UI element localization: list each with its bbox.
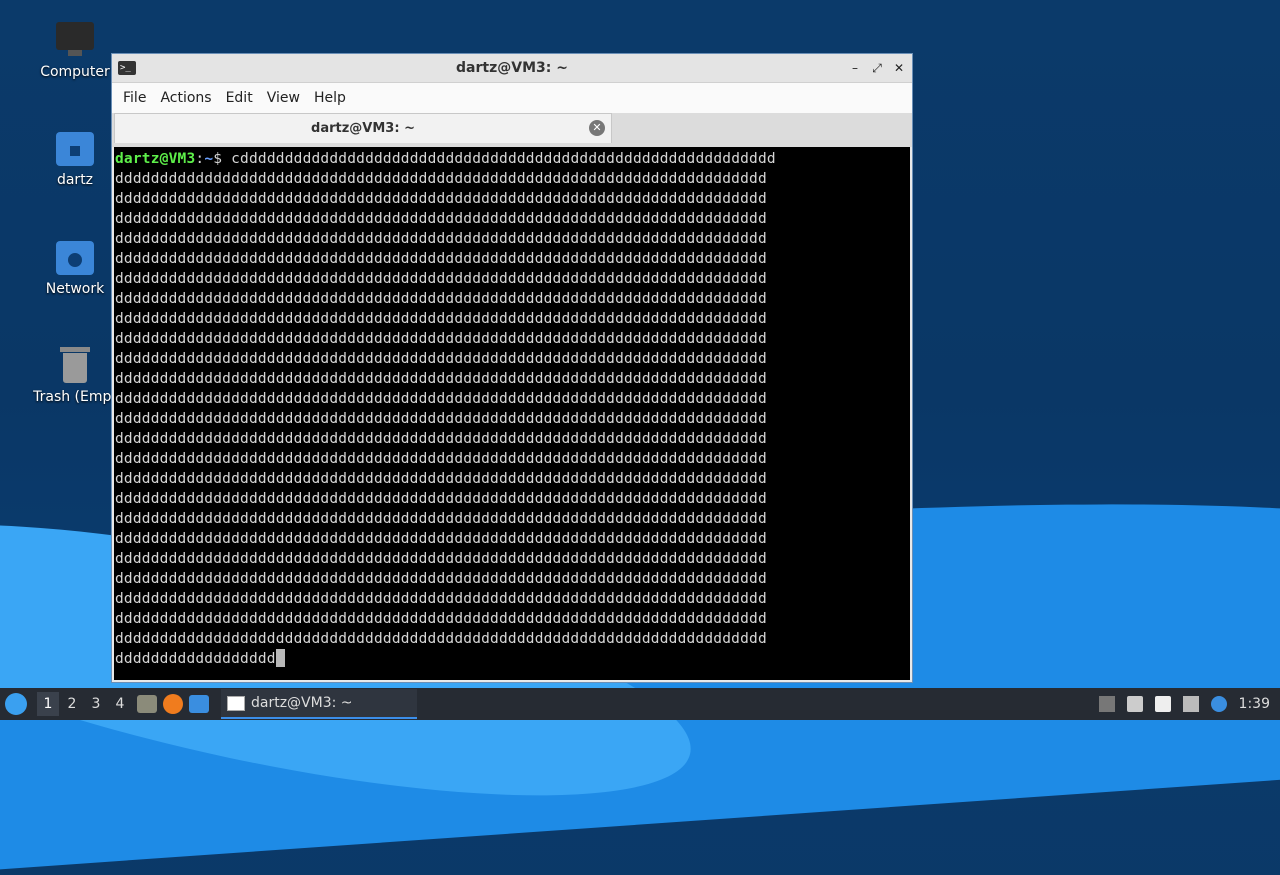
firefox-icon[interactable] [163,694,183,714]
tab-close-icon[interactable]: ✕ [589,120,605,136]
maximize-button[interactable]: ⤢ [870,61,884,75]
desktop-icon-label: dartz [56,172,94,188]
tab-terminal[interactable]: dartz@VM3: ~ ✕ [114,113,612,143]
workspace-4[interactable]: 4 [109,696,131,712]
terminal-line: dddddddddddddddddddddddddddddddddddddddd… [115,431,767,447]
text-cursor [275,649,285,667]
terminal-line: dddddddddddddddddddddddddddddddddddddddd… [115,271,767,287]
terminal-line: dddddddddddddddddddddddddddddddddddddddd… [115,611,767,627]
terminal-line: dddddddddddddddddddddddddddddddddddddddd… [115,631,767,647]
terminal-line: dddddddddddddddddddddddddddddddddddddddd… [115,491,767,507]
file-manager-icon[interactable] [137,695,157,713]
menu-bar: File Actions Edit View Help [112,83,912,113]
terminal-window: >_ dartz@VM3: ~ – ⤢ ✕ File Actions Edit … [111,53,913,683]
window-title: dartz@VM3: ~ [456,60,568,76]
desktop-icon-home[interactable]: dartz [30,128,120,188]
home-folder-icon [54,128,96,168]
tray-arrow-icon[interactable] [1098,696,1115,712]
desktop-icon-network[interactable]: Network [30,237,120,297]
desktop-icon-trash[interactable]: Trash (Empt [30,345,120,405]
terminal-line: dddddddddddddddddddddddddddddddddddddddd… [115,591,767,607]
last-line-text: dddddddddddddddddd [115,651,276,667]
terminal-line: dddddddddddddddddddddddddddddddddddddddd… [115,291,767,307]
volume-icon[interactable] [1126,696,1143,712]
terminal-line: dddddddddddddddddddddddddddddddddddddddd… [115,211,767,227]
terminal-line: dddddddddddddddddddddddddddddddddddddddd… [115,191,767,207]
close-button[interactable]: ✕ [892,61,906,75]
prompt-separator: : [195,151,205,167]
prompt-symbol: $ [213,151,232,167]
terminal-output[interactable]: dartz@VM3:~$ cdddddddddddddddddddddddddd… [114,147,910,680]
network-folder-icon [54,237,96,277]
menu-actions[interactable]: Actions [153,90,218,106]
workspace-2[interactable]: 2 [61,696,83,712]
prompt-path: ~ [204,151,214,167]
show-desktop-icon[interactable] [189,695,209,713]
terminal-line: dddddddddddddddddddddddddddddddddddddddd… [115,311,767,327]
terminal-line: dddddddddddddddddddddddddddddddddddddddd… [115,451,767,467]
terminal-line: dddddddddddddddddddddddddddddddddddddddd… [115,391,767,407]
workspace-3[interactable]: 3 [85,696,107,712]
system-tray: 1:39 [1098,696,1270,712]
notification-icon[interactable] [1210,696,1227,712]
terminal-line: dddddddddddddddddddddddddddddddddddddddd… [115,171,767,187]
terminal-line: dddddddddddddddddddddddddddddddddddddddd… [115,411,767,427]
terminal-line: dddddddddddddddddddddddddddddddddddddddd… [115,251,767,267]
tab-bar: dartz@VM3: ~ ✕ [112,113,912,147]
desktop-icon-label: Trash (Empt [33,389,117,405]
trash-icon [54,345,96,385]
menu-view[interactable]: View [260,90,307,106]
terminal-line: dddddddddddddddddddddddddddddddddddddddd… [115,571,767,587]
terminal-icon [227,695,245,711]
start-menu-icon[interactable] [5,693,27,715]
terminal-line: dddddddddddddddddddddddddddddddddddddddd… [115,531,767,547]
terminal-line: dddddddddddddddddddddddddddddddddddddddd… [115,471,767,487]
command-input: cddddddddddddddddddddddddddddddddddddddd… [231,151,776,167]
terminal-line: dddddddddddddddddddddddddddddddddddddddd… [115,551,767,567]
terminal-app-icon: >_ [118,61,136,75]
clock[interactable]: 1:39 [1239,696,1270,712]
tab-label: dartz@VM3: ~ [311,121,415,136]
taskbar: 1 2 3 4 dartz@VM3: ~ 1:39 [0,688,1280,720]
window-titlebar[interactable]: >_ dartz@VM3: ~ – ⤢ ✕ [112,54,912,83]
desktop-icon-label: Computer [40,64,110,80]
workspace-1[interactable]: 1 [37,692,59,716]
prompt-user: dartz@VM3 [115,151,196,167]
terminal-prompt-line: dartz@VM3:~$ cdddddddddddddddddddddddddd… [115,149,910,169]
terminal-line: dddddddddddddddddddddddddddddddddddddddd… [115,351,767,367]
minimize-button[interactable]: – [848,61,862,75]
desktop-icon-label: Network [45,281,105,297]
desktop-icon-computer[interactable]: Computer [30,20,120,80]
terminal-last-line: dddddddddddddddddd [115,649,910,669]
terminal-line: dddddddddddddddddddddddddddddddddddddddd… [115,231,767,247]
network-icon[interactable] [1182,696,1199,712]
taskbar-item-label: dartz@VM3: ~ [251,695,353,711]
menu-help[interactable]: Help [307,90,353,106]
terminal-line: dddddddddddddddddddddddddddddddddddddddd… [115,511,767,527]
menu-file[interactable]: File [116,90,153,106]
terminal-line: dddddddddddddddddddddddddddddddddddddddd… [115,371,767,387]
menu-edit[interactable]: Edit [219,90,260,106]
terminal-line: dddddddddddddddddddddddddddddddddddddddd… [115,331,767,347]
computer-icon [54,20,96,60]
taskbar-item-terminal[interactable]: dartz@VM3: ~ [221,689,417,719]
clipboard-icon[interactable] [1154,696,1171,712]
